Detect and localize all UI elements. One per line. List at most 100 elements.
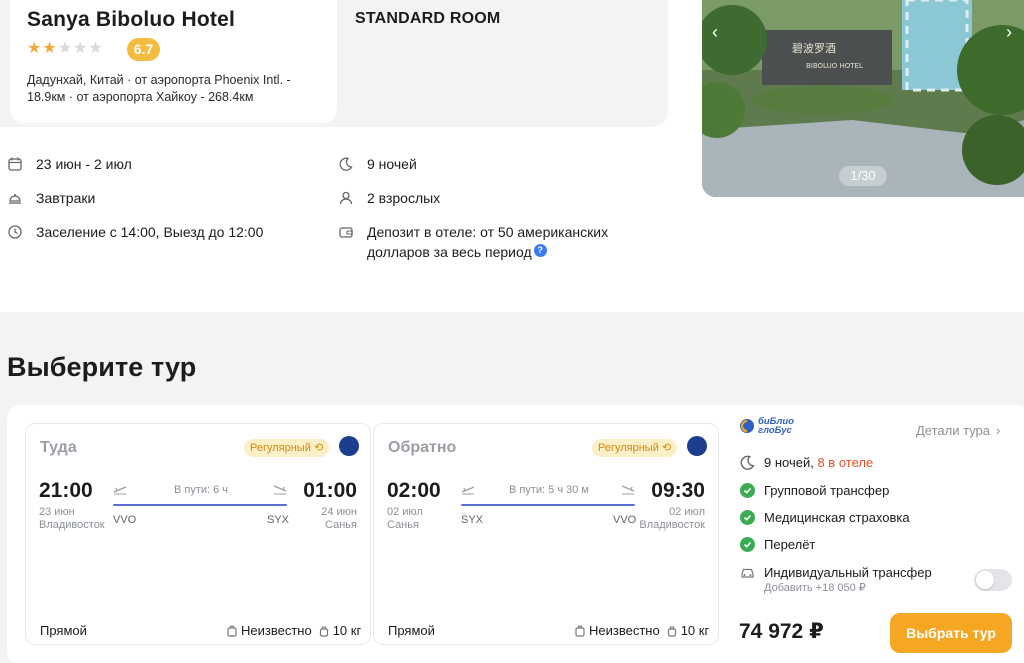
info-nights: 9 ночей bbox=[339, 154, 417, 174]
deposit-text: Депозит в отеле: от 50 американских долл… bbox=[367, 224, 609, 260]
flight-return[interactable]: Обратно Регулярный ⟲ 02:00 02 июл Санья … bbox=[373, 423, 719, 645]
regular-badge: Регулярный ⟲ bbox=[592, 439, 678, 457]
departure-time: 02:00 bbox=[387, 479, 441, 502]
meals-text: Завтраки bbox=[36, 190, 96, 206]
toggle-knob bbox=[976, 571, 994, 589]
hotel-location: Дадунхай, Китай · от аэропорта Phoenix I… bbox=[27, 73, 291, 104]
user-icon bbox=[339, 191, 353, 205]
departure-city: Санья bbox=[387, 519, 419, 531]
car-icon bbox=[741, 568, 754, 578]
airline-logo-icon bbox=[339, 436, 359, 456]
feature-addon: Индивидуальный трансфер bbox=[740, 565, 932, 580]
route-line bbox=[461, 504, 635, 506]
tour-operator-logo: биБлио глоБус bbox=[739, 417, 794, 435]
photo-counter: 1/30 bbox=[839, 166, 887, 186]
star-filled-icon: ★ bbox=[42, 40, 57, 57]
select-tour-button[interactable]: Выбрать тур bbox=[890, 613, 1012, 653]
airline-logo-icon bbox=[687, 436, 707, 456]
hand-luggage-icon bbox=[667, 625, 676, 637]
departure-airport-code: SYX bbox=[461, 514, 484, 526]
tour-details-link[interactable]: Детали тура › bbox=[916, 423, 1000, 438]
calendar-icon bbox=[8, 157, 22, 171]
feature-item: Медицинская страховка bbox=[740, 510, 910, 525]
tour-card: Туда Регулярный ⟲ 21:00 23 июн Владивост… bbox=[7, 405, 1024, 663]
departure-time: 21:00 bbox=[39, 479, 93, 502]
info-dates: 23 июн - 2 июл bbox=[8, 154, 132, 174]
arrival-date: 02 июл bbox=[669, 506, 705, 518]
arrival-time: 01:00 bbox=[303, 479, 357, 502]
arrival-airport-code: VVO bbox=[613, 514, 637, 526]
moon-icon bbox=[339, 157, 353, 171]
hotel-photo-gallery[interactable]: 碧波罗酒 BIBOLUO HOTEL ‹ › 1/30 bbox=[702, 0, 1024, 197]
photo-prev-icon[interactable]: ‹ bbox=[712, 22, 718, 43]
info-meals: Завтраки bbox=[8, 188, 95, 208]
arrival-city: Санья bbox=[325, 519, 357, 531]
arrival-city: Владивосток bbox=[639, 519, 705, 531]
departure-airport-code: VVO bbox=[113, 514, 137, 526]
star-empty-icon: ★ bbox=[88, 40, 103, 57]
flight-direction: Обратно bbox=[388, 439, 457, 456]
suitcase-icon bbox=[227, 625, 237, 637]
check-icon bbox=[740, 483, 755, 498]
suitcase-icon bbox=[575, 625, 585, 637]
section-title: Выберите тур bbox=[7, 352, 197, 382]
baggage-info: Неизвестно 10 кг bbox=[227, 623, 361, 638]
route-line bbox=[113, 504, 287, 506]
moon-icon bbox=[740, 455, 755, 470]
departure-date: 23 июн bbox=[39, 506, 75, 518]
departure-city: Владивосток bbox=[39, 519, 105, 531]
star-empty-icon: ★ bbox=[73, 40, 88, 57]
info-deposit: Депозит в отеле: от 50 американских долл… bbox=[339, 222, 649, 262]
takeoff-icon bbox=[113, 486, 127, 495]
food-dome-icon bbox=[9, 194, 21, 204]
flight-direction: Туда bbox=[40, 439, 77, 456]
transfer-toggle[interactable] bbox=[974, 569, 1012, 591]
clock-icon bbox=[8, 225, 22, 239]
check-icon bbox=[740, 510, 755, 525]
flight-type: Прямой bbox=[388, 623, 435, 638]
check-icon bbox=[740, 537, 755, 552]
hotel-card: Sanya Biboluo Hotel ★ ★ ★ ★ ★ 6.7 Дадунх… bbox=[10, 0, 337, 123]
info-guests: 2 взрослых bbox=[339, 188, 440, 208]
history-icon: ⟲ bbox=[661, 442, 672, 454]
info-checkin: Заселение с 14:00, Выезд до 12:00 bbox=[8, 222, 263, 242]
guests-text: 2 взрослых bbox=[367, 190, 441, 206]
hand-luggage-icon bbox=[319, 625, 328, 637]
rating-badge: 6.7 bbox=[127, 38, 160, 61]
landing-icon bbox=[621, 485, 635, 495]
flight-duration: В пути: 5 ч 30 м bbox=[509, 484, 589, 496]
tour-section: Выберите тур Туда Регулярный ⟲ 21:00 23 … bbox=[0, 312, 1024, 663]
flight-outbound[interactable]: Туда Регулярный ⟲ 21:00 23 июн Владивост… bbox=[25, 423, 371, 645]
hotel-summary-panel: Sanya Biboluo Hotel ★ ★ ★ ★ ★ 6.7 Дадунх… bbox=[0, 0, 668, 127]
takeoff-icon bbox=[461, 486, 475, 495]
checkin-text: Заселение с 14:00, Выезд до 12:00 bbox=[36, 224, 264, 240]
feature-item: Групповой трансфер bbox=[740, 483, 889, 498]
baggage-info: Неизвестно 10 кг bbox=[575, 623, 709, 638]
nights-in-hotel: 8 в отеле bbox=[817, 455, 874, 470]
nights-text: 9 ночей bbox=[367, 156, 417, 172]
help-icon[interactable]: ? bbox=[533, 244, 547, 257]
wallet-icon bbox=[339, 227, 353, 238]
globe-logo-icon bbox=[740, 419, 754, 433]
room-type: STANDARD ROOM bbox=[355, 10, 501, 27]
feature-item: Перелёт bbox=[740, 537, 815, 552]
flight-duration: В пути: 6 ч bbox=[173, 484, 229, 496]
dates-text: 23 июн - 2 июл bbox=[36, 156, 132, 172]
hotel-name: Sanya Biboluo Hotel bbox=[27, 8, 235, 31]
svg-text:碧波罗酒: 碧波罗酒 bbox=[792, 42, 836, 55]
feature-nights: 9 ночей, 8 в отеле bbox=[740, 455, 873, 470]
arrival-date: 24 июн bbox=[321, 506, 357, 518]
addon-price: Добавить +18 050 ₽ bbox=[764, 582, 866, 594]
regular-badge: Регулярный ⟲ bbox=[244, 439, 330, 457]
flight-type: Прямой bbox=[40, 623, 87, 638]
svg-text:BIBOLUO HOTEL: BIBOLUO HOTEL bbox=[806, 62, 863, 70]
arrival-time: 09:30 bbox=[651, 479, 705, 502]
tour-price: 74 972 ₽ bbox=[739, 620, 824, 643]
hotel-stars: ★ ★ ★ ★ ★ bbox=[27, 41, 103, 57]
photo-next-icon[interactable]: › bbox=[1006, 22, 1012, 43]
departure-date: 02 июл bbox=[387, 506, 423, 518]
chevron-right-icon: › bbox=[996, 423, 1001, 438]
star-filled-icon: ★ bbox=[27, 40, 42, 57]
arrival-airport-code: SYX bbox=[267, 514, 290, 526]
landing-icon bbox=[273, 485, 287, 495]
